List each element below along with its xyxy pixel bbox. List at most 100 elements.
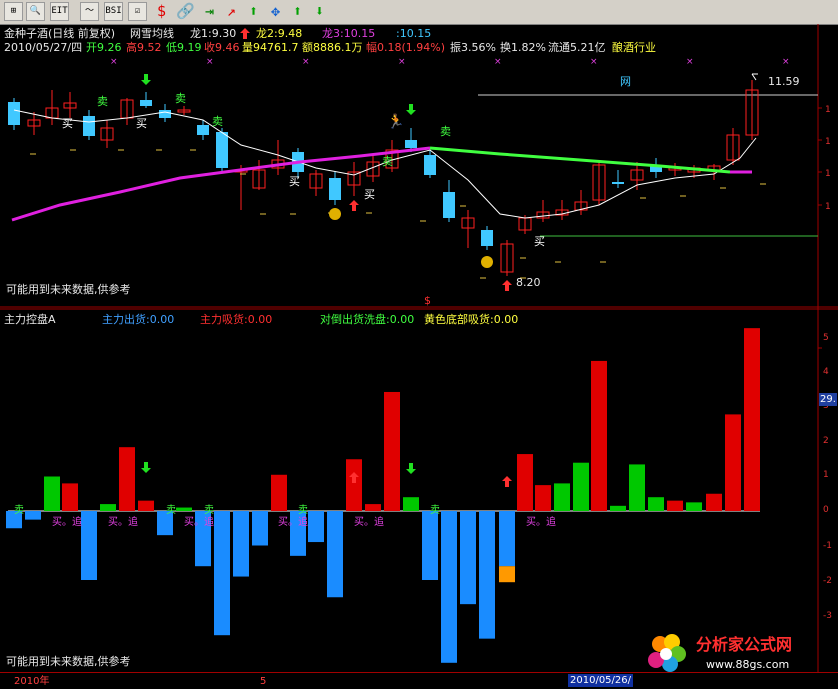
lower-indicator-title: 主力控盘A xyxy=(4,313,56,326)
indicator-bar xyxy=(365,504,381,511)
candle-body xyxy=(424,155,436,175)
time-axis-bar[interactable]: 2010年 5 2010/05/26/ xyxy=(0,672,838,689)
y-tick-label: 5 xyxy=(823,333,829,343)
indicator-bar xyxy=(422,511,438,580)
max-price-label: 11.59 xyxy=(768,75,800,88)
quote-close: 收9.46 xyxy=(204,41,240,54)
indicator-bar xyxy=(252,511,268,546)
candle-body xyxy=(159,110,171,118)
sell-signal: 卖 xyxy=(97,95,108,108)
indicator-bar xyxy=(554,483,570,511)
quote-open: 开9.26 xyxy=(86,41,122,54)
slow-ma-line-green xyxy=(429,146,731,174)
quote-low: 低9.19 xyxy=(166,41,202,54)
indicator-bar xyxy=(62,483,78,511)
indicator-bar xyxy=(271,474,287,511)
indicator-bar xyxy=(706,493,722,511)
indicator-bar xyxy=(138,500,154,511)
quote-turnover: 换1.82% xyxy=(500,41,546,54)
indicator-bar xyxy=(591,360,607,511)
buy-chase-signal: 买。追 xyxy=(354,517,384,528)
quote-change: 幅0.18(1.94%) xyxy=(366,41,446,54)
y-tick-label: 1 xyxy=(825,202,831,212)
y-tick-label: 0 xyxy=(823,505,829,515)
indicator-bar xyxy=(610,505,626,511)
indicator-bar xyxy=(499,511,515,567)
buy-chase-signal: 买。追 xyxy=(108,517,138,528)
y-tick-label: 1 xyxy=(825,169,831,179)
candle-body xyxy=(8,102,20,125)
quote-industry: 酿酒行业 xyxy=(612,41,656,54)
dot-marker: × xyxy=(590,57,598,67)
candle-body xyxy=(443,192,455,218)
indicator-name: 网雪均线 xyxy=(130,27,174,40)
dot-marker: × xyxy=(110,57,118,67)
indicator-bar xyxy=(44,476,60,511)
indicator-bar xyxy=(517,454,533,511)
sell-signal: 卖 xyxy=(430,505,440,516)
indicator-bar xyxy=(346,459,362,511)
stock-title: 金种子酒(日线 前复权) xyxy=(4,27,116,40)
candle-body xyxy=(612,182,624,184)
sell-arrow-icon xyxy=(141,74,151,85)
cursor-icon xyxy=(751,73,758,81)
candle-body xyxy=(140,100,152,106)
cursor-date-label: 2010/05/26/ xyxy=(568,674,634,687)
y-tick-label: 2 xyxy=(823,436,829,446)
buy-arrow-icon xyxy=(502,280,512,291)
indicator-bar xyxy=(629,464,645,511)
dragon1-value: 龙1:9.30 xyxy=(190,27,237,40)
quote-volume: 量94761.7 xyxy=(242,41,299,54)
indicator-bar xyxy=(535,485,551,511)
y-tick-label: 1 xyxy=(825,137,831,147)
quote-float: 流通5.21亿 xyxy=(548,41,606,54)
candle-body xyxy=(405,140,417,148)
upper-footer-note: 可能用到未来数据,供参考 xyxy=(6,283,131,296)
dot-marker: × xyxy=(302,57,310,67)
indicator-bar xyxy=(460,511,476,605)
indicator-bar xyxy=(479,511,495,639)
money-bag-icon xyxy=(329,208,341,220)
y-axis-marker: 29. xyxy=(819,393,837,406)
buy-arrow-icon xyxy=(349,200,359,211)
indicator-bar xyxy=(81,511,97,580)
logo-url[interactable]: www.88gs.com xyxy=(706,658,789,671)
year-label: 2010年 xyxy=(14,676,50,687)
dot-marker: × xyxy=(782,57,790,67)
dot-marker: × xyxy=(206,57,214,67)
lower-footer-note: 可能用到未来数据,供参考 xyxy=(6,655,131,668)
buy-signal: 买 xyxy=(289,175,300,188)
sell-arrow-icon xyxy=(406,463,416,474)
dollar-marker: $ xyxy=(424,294,431,307)
indicator-bar xyxy=(100,504,116,511)
indicator-bar xyxy=(233,511,249,577)
sell-signal: 卖 xyxy=(14,505,24,516)
indicator-bar xyxy=(384,391,400,511)
dragon2-value: 龙2:9.48 xyxy=(256,27,303,40)
buy-signal: 买 xyxy=(364,188,375,201)
y-tick-label: 4 xyxy=(823,367,829,377)
quote-high: 高9.52 xyxy=(126,41,162,54)
buy-chase-signal: 买。追 xyxy=(184,517,214,528)
buy-signal: 买 xyxy=(62,117,73,130)
dragon3-value: 龙3:10.15 xyxy=(322,27,376,40)
indicator-bar xyxy=(176,507,192,511)
flower-logo-icon xyxy=(648,634,686,672)
indicator-bar xyxy=(403,497,419,511)
y-tick-label: -1 xyxy=(823,541,832,551)
net-label: 网 xyxy=(620,75,631,88)
indicator-bar xyxy=(725,414,741,511)
indicator-bar xyxy=(744,328,760,511)
indicator-bar xyxy=(441,511,457,663)
yellow-absorb-value: 黄色底部吸货:0.00 xyxy=(424,313,519,326)
sell-arrow-icon xyxy=(406,104,416,115)
buy-signal: 买 xyxy=(136,117,147,130)
sell-arrow-icon xyxy=(141,462,151,473)
sell-signal: 卖 xyxy=(166,505,176,516)
chart-canvas[interactable]: × × × × × × × × 1 1 1 1 🏃 xyxy=(0,0,838,672)
logo-text: 分析家公式网 xyxy=(696,635,793,654)
dot-marker: × xyxy=(398,57,406,67)
candle-body xyxy=(197,125,209,135)
candle-body xyxy=(83,116,95,136)
indicator-bar xyxy=(25,511,41,520)
